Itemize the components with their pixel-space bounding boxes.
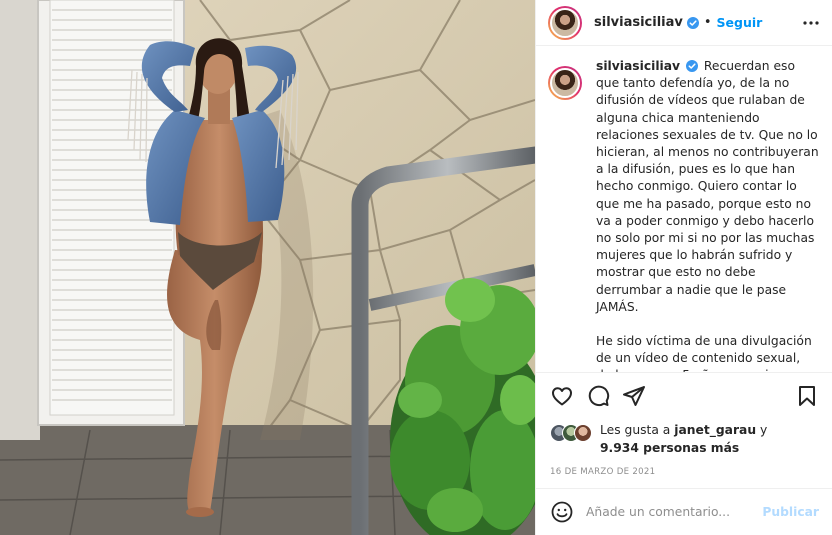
verified-badge-icon xyxy=(685,60,698,72)
separator-dot: • xyxy=(703,15,712,30)
follow-button[interactable]: Seguir xyxy=(717,15,763,30)
likes-conjunction: y xyxy=(760,423,768,437)
comment-input[interactable] xyxy=(586,505,763,519)
action-bar xyxy=(536,373,832,419)
liker-avatar xyxy=(574,424,592,442)
likes-row: Les gusta a janet_garau y 9.934 personas… xyxy=(536,422,832,457)
comment-form: Publicar xyxy=(536,488,832,535)
publish-button[interactable]: Publicar xyxy=(762,505,819,519)
avatar[interactable] xyxy=(548,5,582,40)
likes-others-link[interactable]: 9.934 personas más xyxy=(600,441,739,455)
post-caption: silviasiciliav Recuerdan eso que tanto d… xyxy=(596,58,819,372)
likes-user-link[interactable]: janet_garau xyxy=(674,423,756,437)
likes-text: Les gusta a janet_garau y 9.934 personas… xyxy=(600,422,767,457)
liker-avatars xyxy=(550,424,592,442)
caption-paragraph-2: He sido víctima de una divulgación de un… xyxy=(596,334,812,372)
caption-paragraph-1: Recuerdan eso que tanto defendía yo, de … xyxy=(596,59,819,314)
share-icon[interactable] xyxy=(622,384,646,408)
caption-avatar[interactable] xyxy=(548,66,582,100)
bookmark-icon[interactable] xyxy=(795,384,819,408)
comments-area[interactable]: silviasiciliav Recuerdan eso que tanto d… xyxy=(536,58,832,372)
comment-icon[interactable] xyxy=(586,384,610,408)
likes-prefix: Les gusta a xyxy=(600,423,671,437)
post-photo[interactable] xyxy=(0,0,535,535)
heart-icon[interactable] xyxy=(550,384,574,408)
username-link[interactable]: silviasiciliav xyxy=(594,15,683,30)
post-date[interactable]: 16 DE MARZO DE 2021 xyxy=(536,467,832,477)
post-header: silviasiciliav • Seguir xyxy=(536,0,832,46)
emoji-icon[interactable] xyxy=(550,500,574,524)
verified-badge-icon xyxy=(686,16,699,29)
actions-section: Les gusta a janet_garau y 9.934 personas… xyxy=(536,372,832,477)
post-side-panel: silviasiciliav • Seguir silviasiciliav R… xyxy=(535,0,832,535)
caption-row: silviasiciliav Recuerdan eso que tanto d… xyxy=(548,58,819,372)
more-options-icon[interactable] xyxy=(801,13,821,33)
caption-username[interactable]: silviasiciliav xyxy=(596,59,680,73)
